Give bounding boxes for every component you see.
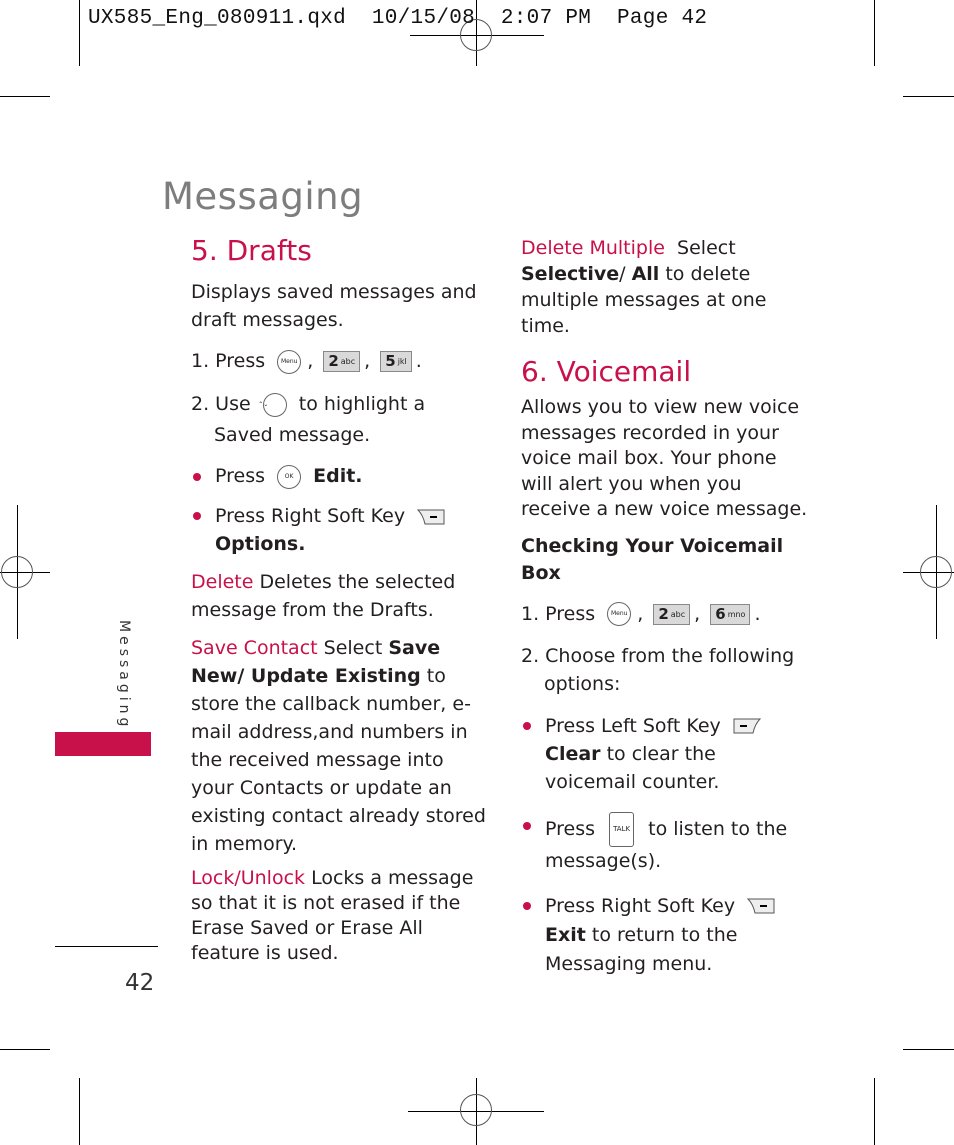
bullet-action: Exit (545, 923, 586, 946)
side-tab-label: Messaging (116, 620, 132, 731)
voicemail-intro: Allows you to view new voice messages re… (521, 396, 808, 520)
nav-key-icon: ⌃⌄ (258, 392, 287, 417)
registration-mark (1, 556, 33, 588)
menu-key-icon: Menu (607, 602, 632, 626)
option-delete: Delete Deletes the selected message from… (191, 568, 486, 624)
side-tab-marker (55, 732, 151, 756)
bullet-text: Press (215, 465, 266, 487)
crop-mark (79, 0, 80, 66)
drafts-intro: Displays saved messages and draft messag… (191, 281, 477, 331)
crop-mark (0, 96, 50, 97)
menu-key-icon: Menu (277, 349, 302, 374)
drafts-bullet-edit: Press OK Edit. (191, 463, 486, 490)
step-text: 2. Use (191, 393, 251, 415)
key-5-icon: 5 jkl (380, 351, 412, 372)
ok-key-icon: OK (277, 464, 302, 489)
option-term: Delete (191, 571, 254, 593)
print-slug: UX585_Eng_080911.qxd 10/15/08 2:07 PM Pa… (88, 7, 708, 30)
option-text: Select (323, 637, 383, 659)
registration-mark (460, 1094, 492, 1126)
option-term: Delete Multiple (521, 237, 665, 259)
right-column: Delete Multiple Select Selective/ All to… (521, 235, 811, 979)
footer-rule (55, 946, 158, 947)
voicemail-subheading: Checking Your Voicemail Box (521, 534, 784, 584)
option-text: to store the callback number, e-mail add… (191, 665, 486, 855)
crop-mark (903, 1049, 954, 1050)
option-delete-multiple: Delete Multiple Select Selective/ All to… (521, 237, 767, 337)
option-save-contact: Save Contact Select Save New/ Update Exi… (191, 634, 486, 858)
drafts-step-2: 2. Use ⌃⌄ to highlight a Saved message. (191, 389, 486, 451)
bullet-action: Clear (545, 742, 601, 765)
left-soft-key-icon (733, 718, 761, 734)
bullet-action: Options. (215, 533, 306, 555)
bullet-action: Edit. (313, 465, 363, 487)
key-2-icon: 2 abc (323, 351, 361, 372)
crop-mark (874, 1078, 875, 1145)
right-soft-key-icon (417, 509, 445, 524)
drafts-section: 5. Drafts Displays saved messages and dr… (191, 234, 486, 966)
step-text: 1. Press (191, 350, 266, 372)
key-2-icon: 2 abc (653, 603, 691, 625)
voicemail-step-2: 2. Choose from the following options: (521, 644, 795, 695)
drafts-bullet-options: Press Right Soft Key Options. (191, 502, 486, 558)
voicemail-step-1: 1. Press Menu, 2 abc, 6 mno. (521, 602, 761, 626)
bullet-text: Press Right Soft Key (215, 505, 406, 527)
bullet-text: Press (545, 817, 596, 840)
bullet-text: Press Left Soft Key (545, 714, 721, 737)
page-number: 42 (125, 970, 155, 996)
step-text: 1. Press (521, 602, 596, 625)
option-term: Lock/Unlock (191, 867, 306, 889)
registration-mark (920, 556, 952, 588)
page-title: Messaging (162, 174, 364, 218)
talk-key-icon: TALK (609, 811, 635, 847)
option-bold: All (631, 263, 660, 285)
voicemail-bullet-exit: Press Right Soft Key Exit to return to t… (521, 892, 811, 979)
voicemail-bullet-talk: Press TALK to listen to the message(s). (521, 811, 811, 876)
voicemail-heading: 6. Voicemail (521, 355, 692, 388)
right-soft-key-icon (747, 898, 775, 914)
option-bold: Selective (521, 263, 620, 285)
option-text: Select (677, 237, 736, 259)
crop-mark (903, 96, 954, 97)
option-lock-unlock: Lock/Unlock Locks a message so that it i… (191, 866, 486, 966)
crop-mark (874, 0, 875, 66)
key-6-icon: 6 mno (710, 603, 751, 625)
voicemail-bullet-clear: Press Left Soft Key Clear to clear the v… (521, 712, 811, 796)
crop-mark (79, 1078, 80, 1145)
drafts-heading: 5. Drafts (191, 234, 312, 267)
crop-mark (0, 1049, 50, 1050)
drafts-step-1: 1. Press Menu, 2 abc, 5 jkl. (191, 349, 422, 374)
bullet-text: Press Right Soft Key (545, 894, 736, 917)
option-term: Save Contact (191, 637, 318, 659)
